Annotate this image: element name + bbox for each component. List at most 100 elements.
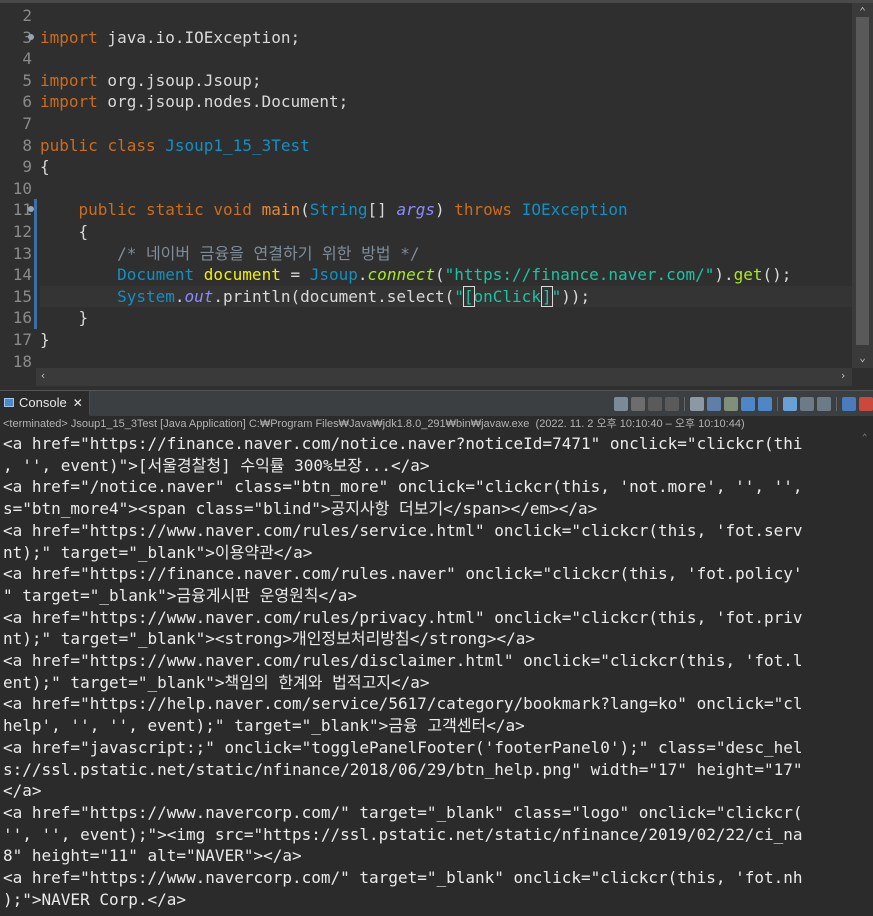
code-line[interactable]: import org.jsoup.nodes.Document; [40,91,852,113]
code-token: ( [300,200,310,220]
code-token: = [280,265,310,285]
code-editor[interactable]: 2 3456 7 891011 12 13141516 17 18 import java.i… [0,0,873,390]
code-token: Jsoup [309,265,358,285]
code-area[interactable]: import java.io.IOException; import org.js… [40,3,852,368]
code-line[interactable]: Document document = Jsoup.connect("https… [40,264,852,286]
maximize-icon[interactable] [859,397,873,411]
code-line[interactable]: System.out.println(document.select("[onC… [40,285,852,308]
code-line[interactable] [40,5,852,27]
terminate-icon[interactable] [631,397,645,411]
code-token: )); [561,286,591,306]
editor-horizontal-scrollbar[interactable]: ‹ › [36,368,852,386]
console-output-line: nt);" target="_blank">이용약관</a> [3,542,313,562]
line-number: 11 [12,200,34,220]
display-selected-console-icon[interactable] [800,397,814,411]
pin-console-icon[interactable] [614,397,628,411]
console-output-line: </a> [3,781,42,801]
line-number: 5 [22,70,32,90]
code-line[interactable] [40,178,852,200]
code-token: .println(document.select( [213,286,455,306]
minimize-icon[interactable] [842,397,856,411]
code-line[interactable]: public class Jsoup1_15_3Test [40,135,852,157]
code-token: Jsoup1_15_3Test [165,135,310,155]
editor-vertical-scrollbar[interactable]: ⌃ ⌄ [852,3,873,368]
line-number-gutter: 2 3456 7 891011 12 13141516 17 18 [0,3,37,371]
console-output-line: <a href="https://help.naver.com/service/… [3,694,803,714]
code-line[interactable]: } [40,329,852,351]
scrollbar-thumb[interactable] [856,17,869,345]
line-number: 17 [12,330,32,349]
code-line[interactable]: { [40,156,852,178]
code-line[interactable]: import java.io.IOException; [40,27,852,49]
code-token: . [174,286,185,306]
console-icon [4,398,14,407]
console-header: Console ✕ [0,390,873,416]
scroll-left-arrow-icon[interactable]: ‹ [36,369,50,382]
code-token: void [213,200,252,220]
show-on-stdout-icon[interactable] [741,397,755,411]
console-output-line: , '', event)">[서울경찰청] 수익률 300%보장...</a> [3,455,430,475]
line-number: 3 [0,27,34,49]
code-line[interactable]: import org.jsoup.Jsoup; [40,70,852,92]
line-number: 4 [22,49,32,69]
remove-launch-icon[interactable] [648,397,662,411]
scroll-lock-icon[interactable] [707,397,721,411]
line-number: 8 [22,135,32,155]
code-line[interactable]: public static void main(String[] args) t… [40,199,852,221]
code-token: " [551,286,562,306]
line-number: 10 [12,178,32,198]
console-output-line: " target="_blank">금융게시판 운영원칙</a> [3,585,358,605]
console-scroll-up-icon[interactable]: ⌃ [862,433,873,453]
close-icon[interactable]: ✕ [73,396,83,410]
code-line[interactable]: /* 네이버 금융을 연결하기 위한 방법 */ [40,243,852,265]
code-token: static [145,200,204,220]
code-token: Document [117,265,195,285]
tab-console[interactable]: Console ✕ [0,391,90,416]
word-wrap-icon[interactable] [724,397,738,411]
code-line[interactable]: } [40,307,852,329]
scroll-right-arrow-icon[interactable]: › [836,369,850,382]
new-console-icon[interactable] [817,397,831,411]
console-output-line: nt);" target="_blank"><strong>개인정보처리방침</… [3,629,535,649]
code-line[interactable] [40,48,852,70]
line-number: 15 [12,286,32,306]
scrollbar-corner [852,368,873,386]
code-token: get [733,265,763,285]
code-line[interactable] [40,351,852,368]
line-number: 12 [12,222,32,241]
code-token: String [309,200,368,220]
console-output-line: <a href="https://finance.naver.com/notic… [3,434,803,453]
code-token: { [40,157,50,177]
open-console-icon[interactable] [783,397,797,411]
code-token: throws [454,200,513,220]
code-token: import [40,27,98,47]
show-on-stderr-icon[interactable] [758,397,772,411]
code-token: document [203,265,281,285]
line-number: 2 [22,6,32,25]
console-output-line: <a href="https://finance.naver.com/rules… [3,564,803,584]
code-line[interactable] [40,113,852,135]
code-token: [ [462,285,475,307]
remove-all-icon[interactable] [665,397,679,411]
code-token: java.io.IOException; [97,27,301,47]
console-output-line: <a href="https://www.naver.com/rules/pri… [3,607,803,627]
console-output[interactable]: <a href="https://finance.naver.com/notic… [0,433,873,916]
line-number: 9 [22,157,32,177]
fold-marker-icon[interactable] [28,33,34,40]
clear-console-icon[interactable] [690,397,704,411]
code-token: out [184,286,214,306]
scroll-down-arrow-icon[interactable]: ⌄ [852,351,873,364]
code-line[interactable]: { [40,221,852,243]
code-token: (); [762,265,792,285]
code-token: ] [540,285,553,307]
code-token: } [40,308,89,328]
console-output-line: );">NAVER Corp.</a> [3,889,187,909]
console-output-line: ent);" target="_blank">책임의 한계와 법적고지</a> [3,672,430,692]
toolbar-divider [684,397,685,411]
code-token: [] [367,200,397,220]
code-token: " [454,286,464,306]
